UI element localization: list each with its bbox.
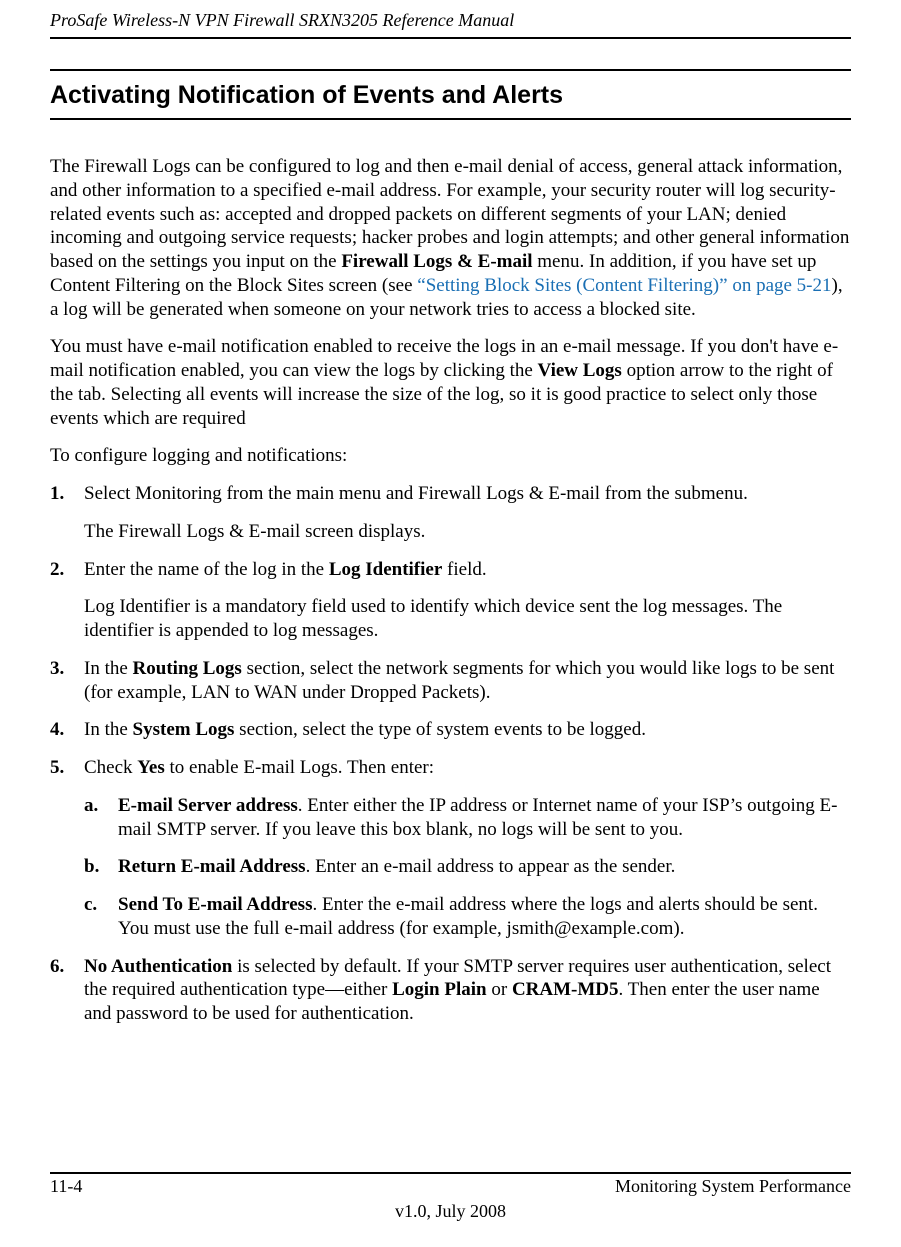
- step-number: 3.: [50, 657, 64, 681]
- running-header: ProSafe Wireless-N VPN Firewall SRXN3205…: [50, 10, 851, 39]
- text: or: [487, 979, 512, 1000]
- text: to enable E-mail Logs. Then enter:: [165, 757, 434, 778]
- page-number: 11-4: [50, 1176, 82, 1197]
- cross-reference-link[interactable]: “Setting Block Sites (Content Filtering)…: [417, 275, 831, 296]
- substep-a: a. E-mail Server address. Enter either t…: [84, 794, 851, 842]
- step-result: Log Identifier is a mandatory field used…: [84, 595, 851, 643]
- text: . Enter an e-mail address to appear as t…: [306, 856, 676, 877]
- footer-version: v1.0, July 2008: [50, 1201, 851, 1222]
- bold-text: No Authentication: [84, 956, 232, 977]
- bold-text: CRAM-MD5: [512, 979, 619, 1000]
- intro-paragraph-2: You must have e-mail notification enable…: [50, 335, 851, 430]
- step-result: The Firewall Logs & E-mail screen displa…: [84, 520, 851, 544]
- text: section, select the type of system event…: [234, 719, 646, 740]
- text: In the: [84, 719, 133, 740]
- step-number: 4.: [50, 718, 64, 742]
- substep-b: b. Return E-mail Address. Enter an e-mai…: [84, 855, 851, 879]
- step-number: 6.: [50, 955, 64, 979]
- substep-letter: c.: [84, 893, 97, 917]
- step-1: 1. Select Monitoring from the main menu …: [50, 482, 851, 544]
- bold-text: Log Identifier: [329, 559, 442, 580]
- substep-c: c. Send To E-mail Address. Enter the e-m…: [84, 893, 851, 941]
- step-number: 5.: [50, 756, 64, 780]
- bold-text: Yes: [137, 757, 164, 778]
- text: Enter the name of the log in the: [84, 559, 329, 580]
- bold-text: Login Plain: [392, 979, 487, 1000]
- step-3: 3. In the Routing Logs section, select t…: [50, 657, 851, 705]
- steps-list: 1. Select Monitoring from the main menu …: [50, 482, 851, 1026]
- bold-text: Firewall Logs & E-mail: [341, 251, 532, 272]
- bold-text: Routing Logs: [133, 658, 242, 679]
- footer-chapter-title: Monitoring System Performance: [615, 1176, 851, 1197]
- bold-text: Send To E-mail Address: [118, 894, 312, 915]
- substeps-list: a. E-mail Server address. Enter either t…: [84, 794, 851, 941]
- text: Check: [84, 757, 137, 778]
- step-number: 1.: [50, 482, 64, 506]
- step-6: 6. No Authentication is selected by defa…: [50, 955, 851, 1026]
- step-2: 2. Enter the name of the log in the Log …: [50, 558, 851, 643]
- section-title: Activating Notification of Events and Al…: [50, 69, 851, 120]
- intro-paragraph-3: To configure logging and notifications:: [50, 444, 851, 468]
- intro-paragraph-1: The Firewall Logs can be configured to l…: [50, 155, 851, 321]
- text: In the: [84, 658, 133, 679]
- bold-text: System Logs: [133, 719, 235, 740]
- bold-text: E-mail Server address: [118, 795, 298, 816]
- step-number: 2.: [50, 558, 64, 582]
- substep-letter: a.: [84, 794, 98, 818]
- page-footer: 11-4 Monitoring System Performance v1.0,…: [50, 1172, 851, 1222]
- step-4: 4. In the System Logs section, select th…: [50, 718, 851, 742]
- text: field.: [442, 559, 486, 580]
- bold-text: View Logs: [538, 360, 622, 381]
- step-5: 5. Check Yes to enable E-mail Logs. Then…: [50, 756, 851, 941]
- step-text: Select Monitoring from the main menu and…: [84, 483, 748, 504]
- substep-letter: b.: [84, 855, 99, 879]
- bold-text: Return E-mail Address: [118, 856, 306, 877]
